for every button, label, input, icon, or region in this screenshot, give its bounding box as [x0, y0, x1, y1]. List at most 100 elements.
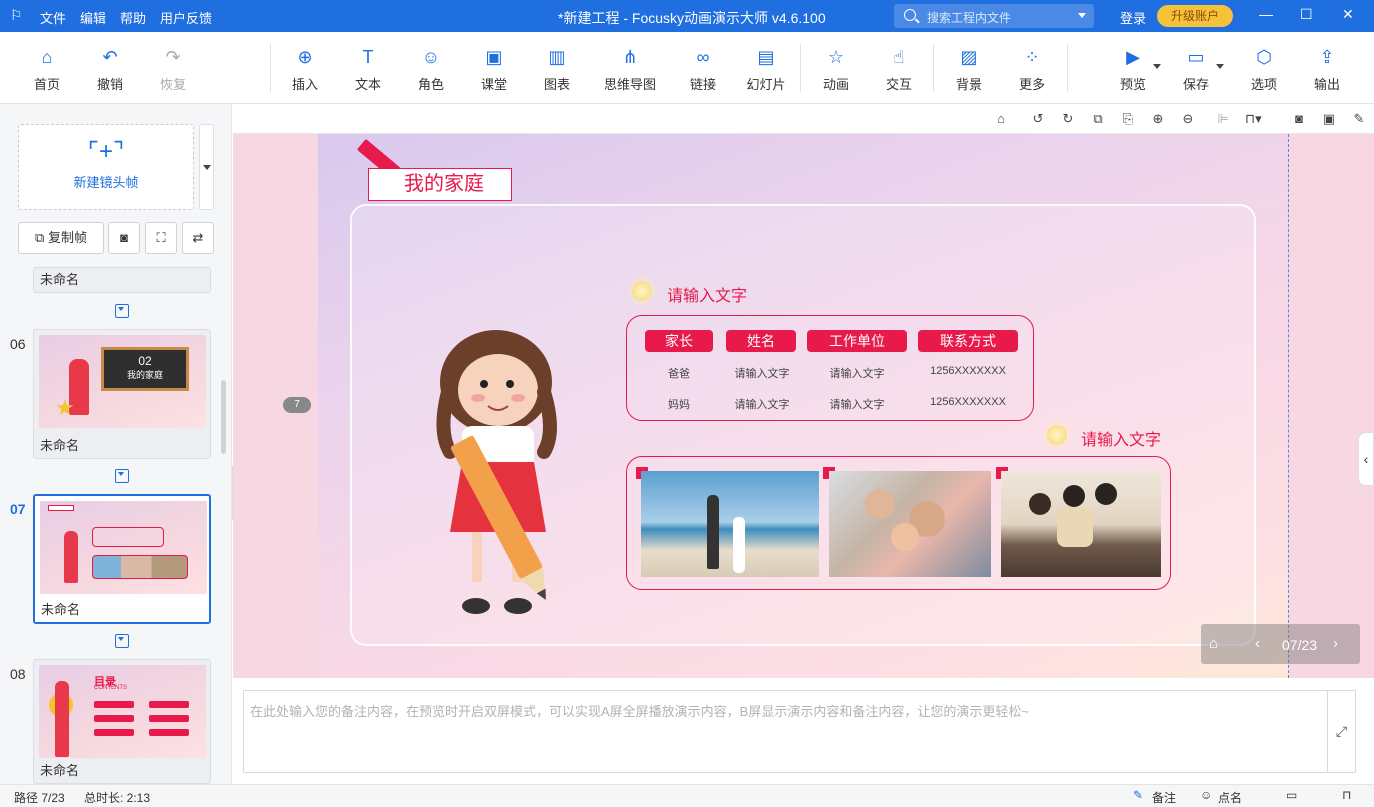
save-dropdown-icon[interactable]: [1216, 64, 1224, 69]
new-frame-dropdown[interactable]: [199, 124, 214, 210]
person-silhouette: [707, 495, 719, 569]
export-icon: ⇪: [1319, 47, 1335, 67]
sidebar-scrollbar[interactable]: [221, 380, 226, 454]
background-label: 背景: [955, 77, 982, 92]
eye: [506, 380, 514, 388]
link-icon: ∞: [696, 47, 710, 67]
head: [1095, 483, 1117, 505]
body: [1057, 507, 1093, 547]
mindmap-button[interactable]: ⋔ 思维导图: [597, 46, 663, 93]
save-label: 保存: [1182, 77, 1209, 92]
main-toolbar: ⌂ 首页 ↶ 撤销 ↷ 恢复 ⊕ 插入 T 文本 ☺ 角色 ▣ 课堂 ▥ 图表 ⋔ 思维导图 ∞ 链…: [0, 32, 1374, 104]
next-icon[interactable]: ›: [1333, 635, 1338, 652]
classroom-button[interactable]: ▣ 课堂: [464, 46, 524, 93]
notes-icon: ✎: [1133, 788, 1144, 802]
home-view-icon[interactable]: ⌂: [993, 111, 1009, 127]
search-input[interactable]: 搜索工程内文件: [894, 4, 1094, 28]
frame-name: 未命名: [40, 438, 80, 453]
display-icon[interactable]: ▭: [1286, 788, 1297, 802]
minimize-icon[interactable]: —: [1259, 6, 1273, 22]
options-button[interactable]: ⬡ 选项: [1234, 46, 1294, 93]
prev-icon[interactable]: ‹: [1255, 635, 1260, 652]
canvas-stage[interactable]: 我的家庭 请输入文字 家长 姓名 工作单位 联系方式 爸爸 请输入文字 请输入文…: [233, 134, 1374, 678]
convert-button[interactable]: ⇄: [182, 222, 214, 254]
rotate-right-icon[interactable]: ↻: [1060, 111, 1076, 127]
rollcall-button[interactable]: 点名: [1218, 789, 1242, 806]
more-button[interactable]: ⁘ 更多: [1002, 46, 1062, 93]
character-button[interactable]: ☺ 角色: [401, 46, 461, 93]
family-sofa-photo[interactable]: [1001, 471, 1161, 577]
collapse-right-panel-button[interactable]: ‹: [1358, 432, 1374, 486]
link-button[interactable]: ∞ 链接: [673, 46, 733, 93]
camera-button[interactable]: ◙: [108, 222, 140, 254]
lock-icon[interactable]: ⊓▾: [1245, 111, 1262, 127]
upgrade-button[interactable]: 升级账户: [1157, 5, 1233, 27]
star-icon: ★: [55, 395, 75, 420]
zoom-in-icon[interactable]: ⊕: [1150, 111, 1166, 127]
close-icon[interactable]: ✕: [1342, 6, 1354, 23]
save-button[interactable]: ▭ 保存: [1166, 46, 1226, 93]
copy-icon[interactable]: ⧉: [1090, 111, 1106, 127]
animation-button[interactable]: ☆ 动画: [806, 46, 866, 93]
edit-icon[interactable]: ✎: [1351, 111, 1367, 127]
home-icon[interactable]: ⌂: [1209, 635, 1218, 652]
slide[interactable]: 我的家庭 请输入文字 家长 姓名 工作单位 联系方式 爸爸 请输入文字 请输入文…: [318, 134, 1289, 678]
maximize-icon[interactable]: ☐: [1300, 6, 1313, 23]
frame-item[interactable]: 未命名: [33, 267, 211, 293]
transition-icon[interactable]: [115, 304, 129, 318]
chevron-down-icon[interactable]: [1078, 13, 1086, 18]
subtitle-2[interactable]: 请输入文字: [1081, 426, 1161, 450]
menu-file[interactable]: 文件: [40, 8, 66, 27]
rotate-left-icon[interactable]: ↺: [1030, 111, 1046, 127]
login-button[interactable]: 登录: [1120, 8, 1146, 27]
insert-button[interactable]: ⊕ 插入: [275, 46, 335, 93]
transition-icon[interactable]: [115, 469, 129, 483]
interaction-label: 交互: [885, 77, 912, 92]
paste-icon[interactable]: ⎘: [1120, 111, 1136, 127]
notes-area[interactable]: 在此处输入您的备注内容，在预览时开启双屏模式，可以实现A屏全屏播放演示内容，B屏…: [243, 690, 1356, 773]
family-bed-photo[interactable]: [829, 471, 991, 577]
thumb-subtitle: 我的家庭: [126, 370, 163, 380]
background-button[interactable]: ▨ 背景: [939, 46, 999, 93]
screenshot-icon[interactable]: ▣: [1321, 111, 1337, 127]
export-button[interactable]: ⇪ 输出: [1297, 46, 1357, 93]
menu-help[interactable]: 帮助: [120, 8, 146, 27]
unlock-icon[interactable]: ⊓: [1342, 788, 1351, 802]
align-icon[interactable]: ⊫: [1215, 111, 1231, 127]
frame-item-selected[interactable]: 未命名: [33, 494, 211, 624]
options-label: 选项: [1250, 77, 1277, 92]
slides-button[interactable]: ▤ 幻灯片: [736, 46, 796, 93]
camera-icon[interactable]: ◙: [1291, 111, 1307, 127]
blackboard: 02 我的家庭: [101, 347, 189, 391]
frame-item[interactable]: 目录 CONTENTS 未命名: [33, 659, 211, 784]
chart-button[interactable]: ▥ 图表: [527, 46, 587, 93]
info-table[interactable]: 家长 姓名 工作单位 联系方式 爸爸 请输入文字 请输入文字 1256XXXXX…: [626, 315, 1034, 421]
copy-frame-button[interactable]: ⧉ 复制帧: [18, 222, 104, 254]
slide-title[interactable]: 我的家庭: [368, 168, 512, 201]
home-button[interactable]: ⌂ 首页: [17, 46, 77, 93]
notes-button[interactable]: 备注: [1152, 789, 1176, 806]
undo-button[interactable]: ↶ 撤销: [80, 46, 140, 93]
redo-button[interactable]: ↷ 恢复: [143, 46, 203, 93]
table-header: 工作单位: [807, 330, 907, 352]
cheek: [471, 394, 485, 402]
new-frame-button[interactable]: ⌜+⌝ 新建镜头帧: [18, 124, 194, 210]
menu-feedback[interactable]: 用户反馈: [160, 8, 212, 27]
family-beach-photo[interactable]: [641, 471, 819, 577]
subtitle-1[interactable]: 请输入文字: [667, 282, 747, 306]
zoom-out-icon[interactable]: ⊖: [1180, 111, 1196, 127]
menu-edit[interactable]: 编辑: [80, 8, 106, 27]
expand-icon[interactable]: ⤢: [1327, 691, 1355, 772]
plus-icon: ⌜+⌝: [87, 138, 125, 165]
chevron-left-icon: ‹: [1363, 451, 1369, 467]
photo-gallery[interactable]: [626, 456, 1171, 590]
head: [1029, 493, 1051, 515]
interaction-button[interactable]: ☝ 交互: [869, 46, 929, 93]
preview-dropdown-icon[interactable]: [1153, 64, 1161, 69]
transition-icon[interactable]: [115, 634, 129, 648]
text-button[interactable]: T 文本: [338, 46, 398, 93]
preview-button[interactable]: ▶ 预览: [1103, 46, 1163, 93]
fit-frame-button[interactable]: ⛶: [145, 222, 177, 254]
frame-item[interactable]: 02 我的家庭 ★ 未命名: [33, 329, 211, 459]
search-placeholder: 搜索工程内文件: [927, 11, 1012, 25]
